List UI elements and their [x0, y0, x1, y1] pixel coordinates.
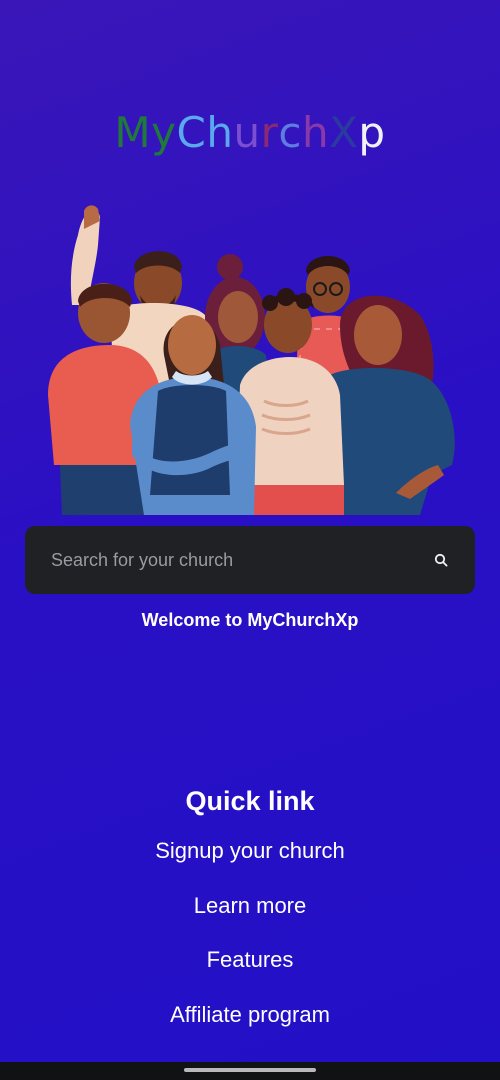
signup-church-link[interactable]: Signup your church: [155, 838, 345, 863]
search-icon[interactable]: [433, 552, 449, 568]
logo-letter: C: [176, 108, 207, 157]
quick-links-list: Signup your church Learn more Features A…: [0, 834, 500, 1052]
learn-more-link[interactable]: Learn more: [194, 893, 307, 918]
logo-letter: y: [151, 108, 177, 157]
group-of-people-illustration: [48, 205, 455, 515]
quick-link-item: Learn more: [0, 889, 500, 944]
app-screen: MyChurchXp Search for your church Welcom…: [0, 0, 500, 1080]
welcome-text: Welcome to MyChurchXp: [141, 610, 359, 630]
features-link[interactable]: Features: [207, 947, 294, 972]
affiliate-program-link[interactable]: Affiliate program: [170, 1002, 330, 1027]
logo-letter: h: [301, 108, 330, 157]
logo-letter: h: [206, 108, 234, 157]
logo-letter: p: [358, 108, 386, 157]
app-logo: MyChurchXp: [0, 108, 500, 158]
logo-letter: M: [114, 108, 152, 157]
quick-link-item: Affiliate program: [0, 998, 500, 1053]
quick-link-item: Signup your church: [0, 834, 500, 889]
quick-link-item: Features: [0, 943, 500, 998]
logo-letter: u: [233, 108, 261, 157]
home-indicator[interactable]: [184, 1068, 316, 1072]
logo-letter: r: [260, 108, 279, 157]
logo-letter: c: [278, 108, 302, 157]
system-navigation-bar: [0, 1062, 500, 1080]
church-search-input[interactable]: [51, 549, 433, 571]
quick-link-heading: Quick link: [185, 786, 315, 816]
church-search-bar: [25, 526, 475, 594]
logo-letter: X: [329, 108, 359, 157]
